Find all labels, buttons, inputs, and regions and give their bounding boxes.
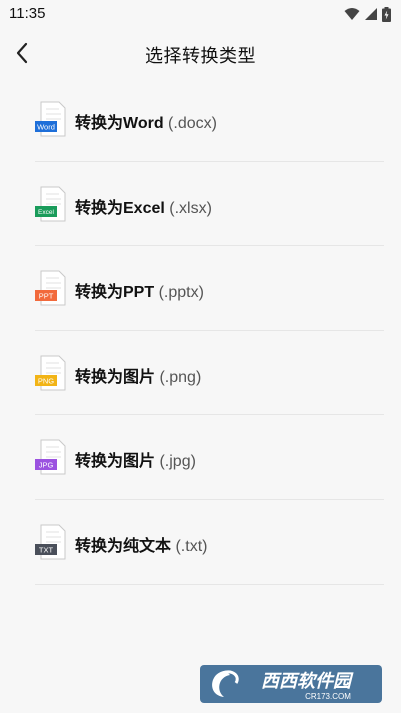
convert-to-excel-item[interactable]: Excel 转换为Excel (.xlsx): [35, 162, 384, 247]
jpg-file-icon: JPG: [35, 439, 66, 475]
svg-text:PNG: PNG: [38, 376, 54, 385]
page-title: 选择转换类型: [145, 46, 256, 66]
conversion-type-list: Word 转换为Word (.docx) Excel 转换为Excel (.xl…: [0, 77, 401, 585]
item-label: 转换为纯文本 (.txt): [75, 537, 208, 555]
png-file-icon: PNG: [35, 355, 66, 391]
wifi-icon: [344, 8, 360, 20]
svg-text:JPG: JPG: [39, 461, 54, 470]
item-label: 转换为图片 (.jpg): [75, 453, 196, 471]
svg-text:PPT: PPT: [39, 292, 54, 301]
app-bar: 选择转换类型: [0, 26, 401, 78]
svg-text:CR173.COM: CR173.COM: [305, 692, 351, 701]
watermark-logo: 西西软件园 CR173.COM: [200, 665, 382, 703]
cellular-signal-icon: [365, 8, 377, 20]
svg-text:Excel: Excel: [38, 209, 54, 216]
convert-to-ppt-item[interactable]: PPT 转换为PPT (.pptx): [35, 246, 384, 331]
battery-charging-icon: [382, 6, 391, 22]
svg-text:西西软件园: 西西软件园: [261, 671, 354, 691]
status-bar: 11:35: [0, 0, 401, 26]
convert-to-txt-item[interactable]: TXT 转换为纯文本 (.txt): [35, 500, 384, 585]
status-icons: [344, 6, 391, 22]
svg-text:Word: Word: [37, 123, 55, 132]
status-time: 11:35: [9, 5, 46, 22]
convert-to-word-item[interactable]: Word 转换为Word (.docx): [35, 77, 384, 162]
ppt-file-icon: PPT: [35, 270, 66, 306]
item-label: 转换为Excel (.xlsx): [75, 199, 212, 217]
convert-to-png-item[interactable]: PNG 转换为图片 (.png): [35, 331, 384, 416]
word-file-icon: Word: [35, 101, 66, 137]
item-label: 转换为PPT (.pptx): [75, 284, 204, 302]
txt-file-icon: TXT: [35, 524, 66, 560]
svg-text:TXT: TXT: [39, 545, 54, 554]
excel-file-icon: Excel: [35, 186, 66, 222]
item-label: 转换为Word (.docx): [75, 115, 217, 132]
item-label: 转换为图片 (.png): [75, 368, 202, 386]
convert-to-jpg-item[interactable]: JPG 转换为图片 (.jpg): [35, 415, 384, 500]
